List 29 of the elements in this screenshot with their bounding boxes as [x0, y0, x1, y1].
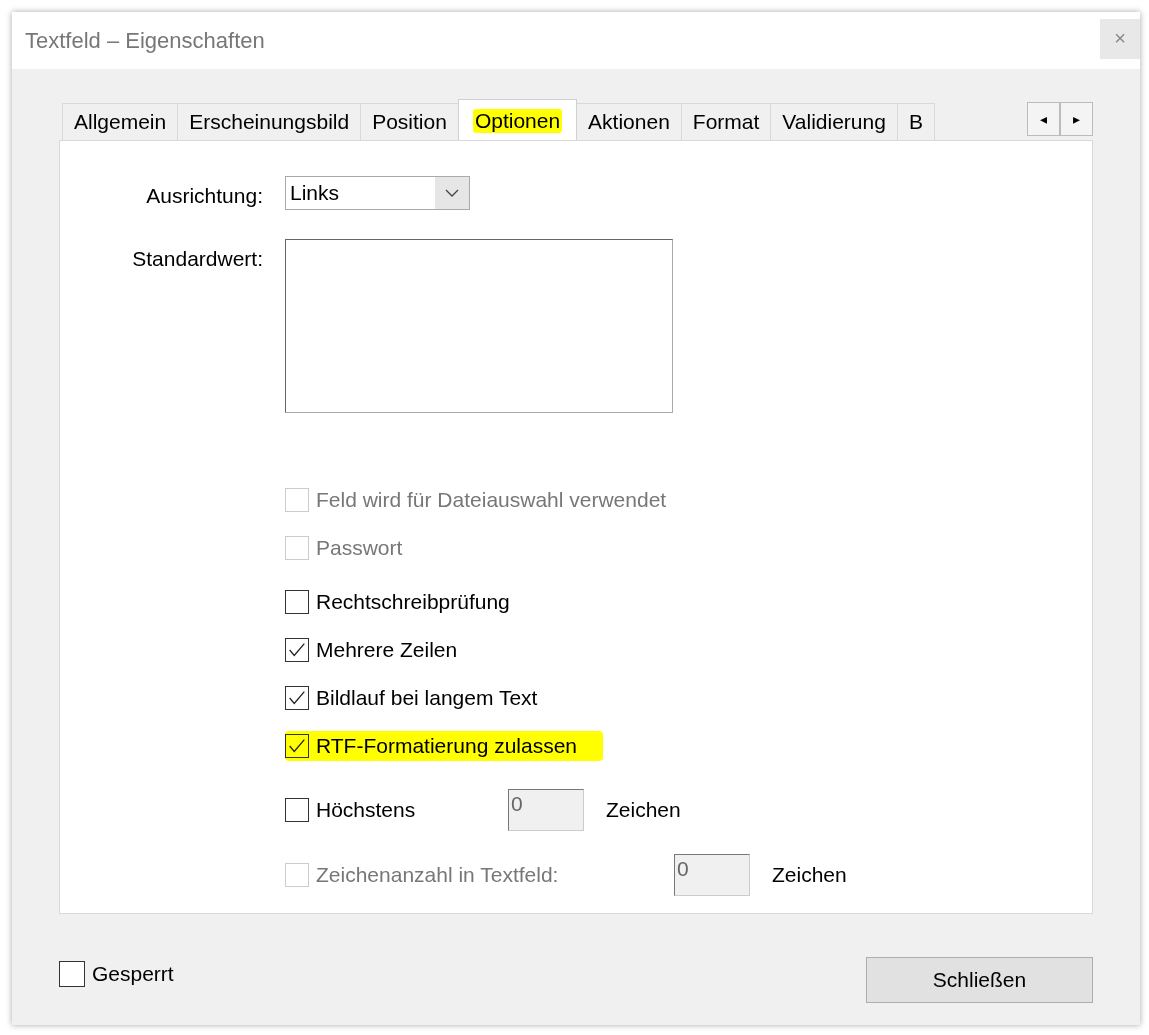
scroll-left-button[interactable]: ◂ — [1027, 102, 1060, 136]
checkbox[interactable] — [285, 798, 309, 822]
checkbox-label: Höchstens — [316, 798, 416, 822]
checkbox[interactable] — [285, 590, 309, 614]
window-title: Textfeld – Eigenschaften — [25, 27, 265, 54]
checkbox-label: Zeichenanzahl in Textfeld: — [316, 863, 559, 887]
checkbox[interactable] — [59, 961, 85, 987]
checkbox-label: Mehrere Zeilen — [316, 638, 458, 662]
checkbox[interactable] — [285, 734, 309, 758]
scroll-right-button[interactable]: ▸ — [1060, 102, 1093, 136]
checkbox[interactable] — [285, 638, 309, 662]
tab[interactable]: Allgemein — [62, 103, 179, 140]
unit-label: Zeichen — [772, 863, 847, 887]
alignment-dropdown[interactable]: Links — [285, 176, 470, 210]
checkbox-label: Bildlauf bei langem Text — [316, 686, 538, 710]
checkbox-label: Passwort — [316, 536, 403, 560]
checkbox[interactable] — [285, 686, 309, 710]
field-label: Ausrichtung: — [145, 183, 263, 209]
unit-label: Zeichen — [606, 798, 681, 822]
chevron-down-icon — [435, 177, 469, 209]
close-dialog-button[interactable]: Schließen — [866, 957, 1093, 1003]
default-value-field[interactable] — [285, 239, 673, 413]
checkbox-label: Rechtschreibprüfung — [316, 590, 510, 614]
tab[interactable]: Optionen — [457, 99, 578, 140]
field-label: Standardwert: — [131, 246, 263, 272]
checkbox-label: Gesperrt — [92, 962, 174, 986]
tab[interactable]: B — [896, 103, 935, 140]
checkbox-label: RTF-Formatierung zulassen — [316, 734, 578, 758]
checkbox-label: Feld wird für Dateiauswahl verwendet — [316, 488, 667, 512]
